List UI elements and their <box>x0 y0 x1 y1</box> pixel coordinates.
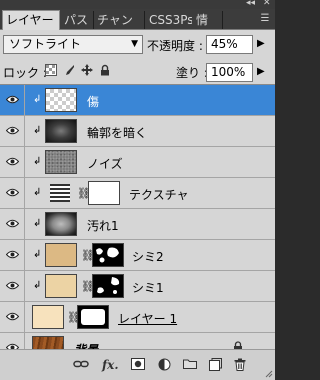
layer-thumbnail <box>32 305 64 329</box>
visibility-toggle[interactable] <box>0 240 25 270</box>
add-mask-icon[interactable] <box>130 358 146 372</box>
eye-icon <box>6 219 19 228</box>
eye-icon <box>6 157 19 166</box>
clipping-mask-icon: ↲ <box>33 156 42 167</box>
visibility-toggle[interactable] <box>0 85 25 115</box>
layer-name[interactable]: 輪郭を暗く <box>87 124 147 141</box>
layer-mask-thumbnail[interactable] <box>92 274 124 298</box>
visibility-toggle[interactable] <box>0 302 25 332</box>
clipping-mask-icon: ↲ <box>33 94 42 105</box>
tab-paths[interactable]: パス <box>61 11 94 29</box>
blend-opacity-row: ソフトライト ▼ 不透明度 : 45% ▶ <box>0 30 275 58</box>
layer-row[interactable]: ⛓ レイヤー 1 <box>0 302 275 333</box>
pattern-fill-icon <box>50 184 70 202</box>
eye-icon <box>6 95 19 104</box>
tab-info[interactable]: 情報 <box>193 11 223 45</box>
fill-slider-toggle-icon[interactable]: ▶ <box>257 66 265 77</box>
adjustment-layer-icon[interactable] <box>156 358 172 372</box>
new-layer-icon[interactable] <box>207 358 223 372</box>
tab-channels[interactable]: チャンネル <box>94 11 145 29</box>
layer-name[interactable]: レイヤー 1 <box>118 310 177 327</box>
clipping-mask-icon: ↲ <box>33 125 42 136</box>
layer-row[interactable]: ↲ ノイズ <box>0 147 275 178</box>
visibility-toggle[interactable] <box>0 147 25 177</box>
fill-input[interactable]: 100% <box>206 63 253 82</box>
link-layers-icon[interactable] <box>73 358 89 372</box>
layer-mask-thumbnail[interactable] <box>92 243 124 267</box>
visibility-toggle[interactable] <box>0 271 25 301</box>
clipping-mask-icon: ↲ <box>33 218 42 229</box>
tab-layers[interactable]: レイヤー <box>2 10 60 30</box>
panel-top-strip: ◂◂ ✕ <box>0 0 275 9</box>
eye-icon <box>6 188 19 197</box>
layer-row[interactable]: ↲ ⛓ テクスチャ <box>0 178 275 209</box>
layer-thumbnail <box>45 150 77 174</box>
fill-label: 塗り : <box>176 66 208 80</box>
fx-icon[interactable]: fx. <box>102 358 119 372</box>
layers-list: ↲ 傷 ↲ 輪郭を暗く ↲ ノイズ ↲ ⛓ テクスチャ ↲ 汚れ1 ↲ ⛓ シミ… <box>0 84 275 364</box>
layer-thumbnail <box>45 212 77 236</box>
layer-name[interactable]: 傷 <box>87 93 99 110</box>
eye-icon <box>6 126 19 135</box>
visibility-toggle[interactable] <box>0 178 25 208</box>
layer-mask-thumbnail[interactable] <box>88 181 120 205</box>
lock-label: ロック : <box>3 66 47 80</box>
lock-fill-row: ロック : 塗り : 100% ▶ <box>0 60 275 84</box>
blend-mode-select[interactable]: ソフトライト ▼ <box>3 35 143 54</box>
tab-css3ps[interactable]: CSS3Ps <box>146 11 192 29</box>
panel-tab-bar: レイヤー パス チャンネル CSS3Ps 情報 ☰ <box>0 9 275 45</box>
lock-all-icon[interactable] <box>98 64 112 78</box>
layer-name[interactable]: ノイズ <box>87 155 123 172</box>
layer-mask-thumbnail[interactable] <box>77 305 109 329</box>
lock-transparent-pixels-icon[interactable] <box>44 64 58 78</box>
opacity-label: 不透明度 : <box>147 39 203 53</box>
layer-name[interactable]: 汚れ1 <box>87 217 119 234</box>
opacity-input[interactable]: 45% <box>206 35 253 54</box>
clipping-mask-icon: ↲ <box>33 187 42 198</box>
delete-layer-icon[interactable] <box>232 358 248 372</box>
eye-icon <box>6 250 19 259</box>
layer-row[interactable]: ↲ 傷 <box>0 85 275 116</box>
resize-grip-icon[interactable] <box>265 370 273 378</box>
collapse-panel-button[interactable]: ◂◂ <box>246 0 255 8</box>
layer-row[interactable]: ↲ 輪郭を暗く <box>0 116 275 147</box>
new-group-icon[interactable] <box>182 358 198 372</box>
layer-thumbnail <box>45 274 77 298</box>
layer-row[interactable]: ↲ ⛓ シミ2 <box>0 240 275 271</box>
clipping-mask-icon: ↲ <box>33 280 42 291</box>
blend-mode-value: ソフトライト <box>9 37 82 51</box>
layer-row[interactable]: ↲ ⛓ シミ1 <box>0 271 275 302</box>
lock-position-icon[interactable] <box>80 64 94 78</box>
layer-thumbnail <box>45 88 77 112</box>
chevron-down-icon: ▼ <box>131 39 138 49</box>
eye-icon <box>6 281 19 290</box>
layer-thumbnail <box>45 243 77 267</box>
eye-icon <box>6 312 19 321</box>
layer-row[interactable]: ↲ 汚れ1 <box>0 209 275 240</box>
opacity-slider-toggle-icon[interactable]: ▶ <box>257 38 265 49</box>
clipping-mask-icon: ↲ <box>33 249 42 260</box>
visibility-toggle[interactable] <box>0 209 25 239</box>
panel-menu-icon[interactable]: ☰ <box>258 12 272 26</box>
layers-panel-body: ソフトライト ▼ 不透明度 : 45% ▶ ロック : 塗り : 100% ▶ <box>0 30 275 364</box>
visibility-toggle[interactable] <box>0 116 25 146</box>
layer-thumbnail <box>45 119 77 143</box>
close-panel-button[interactable]: ✕ <box>263 0 271 8</box>
lock-image-pixels-icon[interactable] <box>62 64 76 78</box>
layer-name[interactable]: シミ1 <box>132 279 164 296</box>
layer-name[interactable]: テクスチャ <box>129 186 189 203</box>
layer-name[interactable]: シミ2 <box>132 248 164 265</box>
layers-toolbar: fx. <box>0 349 275 380</box>
layers-panel: ◂◂ ✕ レイヤー パス チャンネル CSS3Ps 情報 ☰ ソフトライト ▼ … <box>0 0 275 380</box>
